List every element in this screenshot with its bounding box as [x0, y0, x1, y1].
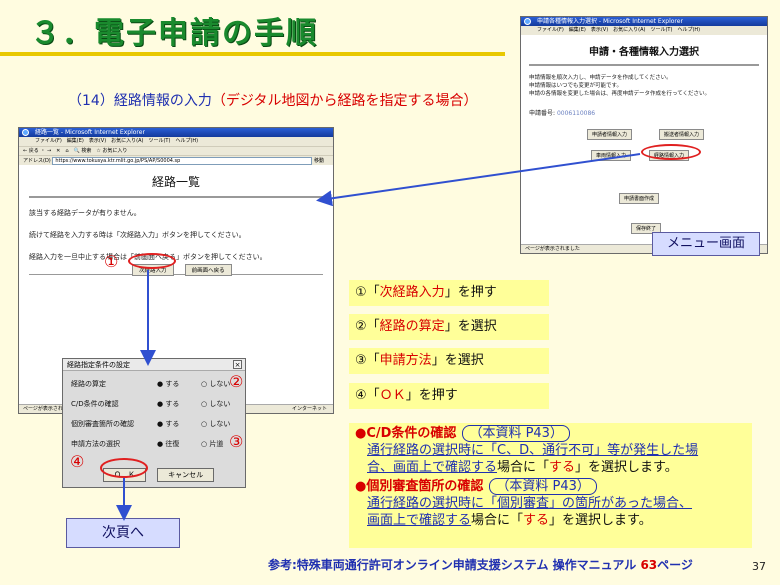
- arrow-menu-to-route: [316, 153, 641, 207]
- flow-arrows: [116, 153, 641, 521]
